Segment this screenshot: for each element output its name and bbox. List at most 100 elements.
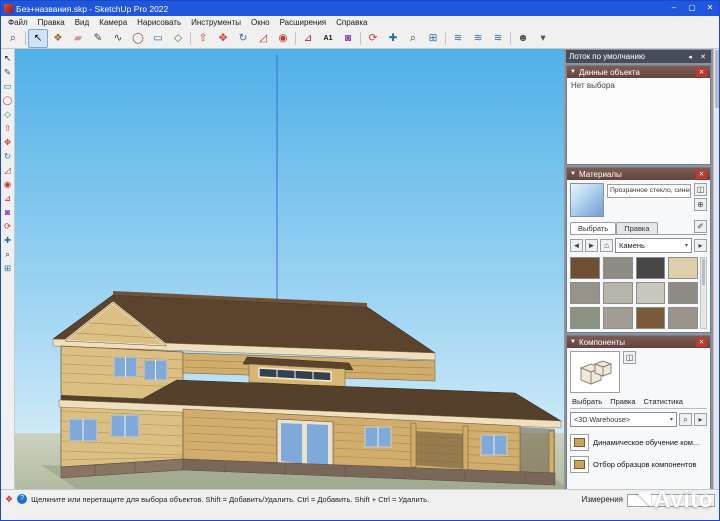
material-swatch[interactable]	[570, 257, 600, 279]
tool-zoom[interactable]: ⌕	[403, 29, 423, 48]
tool-sandbox-1[interactable]: ≋	[448, 29, 468, 48]
viewport[interactable]	[15, 49, 564, 489]
tape-measure-icon[interactable]: ⊿	[2, 192, 14, 204]
tool-circle[interactable]: ◯	[128, 29, 148, 48]
tool-tape-measure[interactable]: ⊿	[298, 29, 318, 48]
tool-polygon[interactable]: ◇	[168, 29, 188, 48]
tool-search[interactable]: ⌕	[3, 29, 23, 48]
panel-close-icon[interactable]: ✕	[696, 337, 707, 347]
material-swatch[interactable]	[635, 282, 666, 304]
menu-edit[interactable]: Правка	[33, 18, 70, 27]
details-arrow-icon[interactable]: ▸	[694, 239, 707, 252]
menu-draw[interactable]: Нарисовать	[132, 18, 186, 27]
tool-orbit[interactable]: ⟳	[363, 29, 383, 48]
tool-make-component[interactable]: ❖	[48, 29, 68, 48]
tool-text[interactable]: A1	[318, 29, 338, 48]
rotate-icon[interactable]: ↻	[2, 150, 14, 162]
tab-edit[interactable]: Правка	[610, 397, 635, 406]
panel-close-icon[interactable]: ✕	[696, 67, 707, 77]
tool-pan[interactable]: ✚	[383, 29, 403, 48]
create-material-icon[interactable]: ⊕	[694, 198, 707, 211]
eyedropper-icon[interactable]: ✐	[694, 220, 707, 233]
tool-scale[interactable]: ◿	[253, 29, 273, 48]
home-icon[interactable]: ⌂	[600, 239, 613, 252]
secondary-pane-icon[interactable]: ◫	[694, 183, 707, 196]
menu-extensions[interactable]: Расширения	[275, 18, 332, 27]
back-icon[interactable]: ◄	[570, 239, 583, 252]
tray-close-icon[interactable]: ✕	[698, 53, 708, 61]
tool-move[interactable]: ✥	[213, 29, 233, 48]
material-category-select[interactable]: Камень ▾	[615, 238, 692, 253]
details-arrow-icon[interactable]: ▸	[694, 413, 707, 426]
pin-icon[interactable]: ◂	[685, 53, 695, 61]
move-icon[interactable]: ✥	[2, 136, 14, 148]
tool-rectangle[interactable]: ▭	[148, 29, 168, 48]
material-swatch[interactable]	[668, 282, 698, 304]
tool-select[interactable]: ↖	[28, 28, 48, 48]
material-preview[interactable]	[570, 183, 604, 217]
orbit-icon[interactable]: ⟳	[2, 220, 14, 232]
help-icon[interactable]: ?	[17, 494, 28, 504]
zoom-extents-icon[interactable]: ⊞	[2, 262, 14, 274]
paint-bucket-icon[interactable]: ◙	[2, 206, 14, 218]
geolocation-icon[interactable]: ❖	[5, 494, 13, 504]
tool-line[interactable]: ✎	[88, 29, 108, 48]
tool-push-pull[interactable]: ⇧	[193, 29, 213, 48]
tray-scrollbar[interactable]	[713, 49, 719, 489]
tab-select[interactable]: Выбрать	[572, 397, 602, 406]
tray-header[interactable]: Лоток по умолчанию ◂ ✕	[566, 50, 711, 63]
list-item[interactable]: Отбор образцов компонентов	[570, 453, 707, 475]
polygon-icon[interactable]: ◇	[2, 108, 14, 120]
materials-header[interactable]: ▼ Материалы ✕	[567, 168, 710, 180]
material-swatch[interactable]	[570, 307, 600, 329]
account-button[interactable]: ☻	[513, 29, 533, 48]
tool-freehand[interactable]: ∿	[108, 29, 128, 48]
zoom-icon[interactable]: ⌕	[2, 248, 14, 260]
menu-view[interactable]: Вид	[70, 18, 94, 27]
material-swatch[interactable]	[602, 307, 633, 329]
material-swatch[interactable]	[668, 307, 698, 329]
secondary-pane-icon[interactable]: ◫	[623, 351, 636, 364]
rectangle-icon[interactable]: ▭	[2, 80, 14, 92]
push-pull-icon[interactable]: ⇧	[2, 122, 14, 134]
minimize-button[interactable]: –	[665, 1, 683, 16]
tab-edit[interactable]: Правка	[616, 222, 658, 234]
material-swatch[interactable]	[668, 257, 698, 279]
components-header[interactable]: ▼ Компоненты ✕	[567, 336, 710, 348]
search-icon[interactable]: ⌕	[679, 413, 692, 426]
warehouse-search-input[interactable]: <3D Warehouse> ▾	[570, 412, 677, 427]
material-swatch[interactable]	[602, 282, 633, 304]
tool-zoom-extents[interactable]: ⊞	[423, 29, 443, 48]
circle-icon[interactable]: ◯	[2, 94, 14, 106]
tool-rotate[interactable]: ↻	[233, 29, 253, 48]
material-swatch[interactable]	[635, 257, 666, 279]
menu-camera[interactable]: Камера	[94, 18, 132, 27]
tool-paint-bucket[interactable]: ◙	[338, 29, 358, 48]
scale-icon[interactable]: ◿	[2, 164, 14, 176]
pencil-icon[interactable]: ✎	[2, 66, 14, 78]
menu-window[interactable]: Окно	[246, 18, 275, 27]
tab-select[interactable]: Выбрать	[570, 222, 617, 234]
material-swatch[interactable]	[602, 257, 633, 279]
tool-sandbox-3[interactable]: ≋	[488, 29, 508, 48]
close-button[interactable]: ✕	[701, 1, 719, 16]
tool-offset[interactable]: ◉	[273, 29, 293, 48]
forward-icon[interactable]: ►	[585, 239, 598, 252]
account-caret-button[interactable]: ▾	[533, 29, 553, 48]
tab-statistics[interactable]: Статистика	[644, 397, 683, 406]
maximize-button[interactable]: ▢	[683, 1, 701, 16]
material-swatch[interactable]	[635, 307, 666, 329]
material-swatch[interactable]	[570, 282, 600, 304]
menu-file[interactable]: Файл	[3, 18, 33, 27]
component-preview[interactable]	[570, 351, 620, 393]
material-name-field[interactable]: Прозрачное стекло, синее	[607, 184, 691, 198]
entity-info-header[interactable]: ▼ Данные объекта ✕	[567, 66, 710, 78]
offset-icon[interactable]: ◉	[2, 178, 14, 190]
menu-help[interactable]: Справка	[331, 18, 372, 27]
panel-close-icon[interactable]: ✕	[696, 169, 707, 179]
tool-eraser[interactable]: ▰	[68, 29, 88, 48]
select-icon[interactable]: ↖	[2, 52, 14, 64]
tool-sandbox-2[interactable]: ≋	[468, 29, 488, 48]
pan-icon[interactable]: ✚	[2, 234, 14, 246]
list-item[interactable]: Динамическое обучение ком...	[570, 431, 707, 453]
